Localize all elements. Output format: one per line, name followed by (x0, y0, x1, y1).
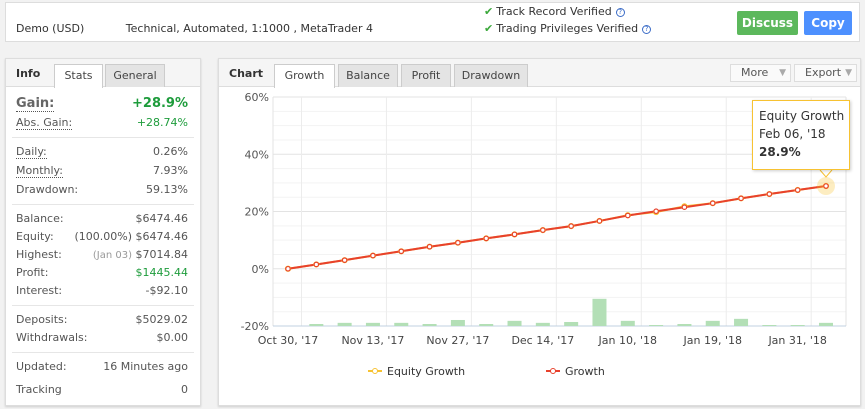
x-tick-label: Dec 14, '17 (511, 334, 574, 347)
data-point (738, 195, 744, 202)
bar (649, 324, 664, 326)
bar (479, 323, 494, 326)
y-tick-label: 20% (245, 206, 269, 219)
x-tick-label: Nov 13, '17 (341, 334, 404, 347)
bar (309, 323, 324, 326)
x-tick-label: Oct 30, '17 (258, 334, 319, 347)
y-tick-label: 0% (252, 263, 269, 276)
growth-chart: 60% 40% 20% 0% -20%Oct 30, '17 Nov 13, '17 Nov… (241, 91, 847, 378)
tooltip-date: Feb 06, '18 (759, 127, 826, 141)
data-point (709, 200, 716, 206)
legend-marker (372, 368, 378, 374)
data-point (511, 231, 518, 238)
series-line-growth (287, 185, 827, 270)
bar (734, 318, 749, 326)
data-point (455, 239, 461, 246)
bar (507, 320, 522, 326)
data-point (681, 204, 688, 211)
data-point (653, 208, 659, 215)
bar (762, 324, 777, 326)
data-point (483, 235, 490, 242)
legend-item: Growth (565, 365, 605, 378)
legend-marker (550, 368, 556, 374)
bar (564, 321, 579, 326)
bar (790, 324, 805, 326)
y-tick-label: 60% (245, 91, 269, 104)
bar (677, 323, 692, 326)
data-point (540, 227, 546, 233)
y-tick-label: 40% (245, 148, 269, 161)
tooltip-pointer (819, 169, 833, 178)
data-point (398, 248, 405, 255)
data-point (426, 243, 433, 250)
y-tick-label: -20% (241, 320, 269, 333)
bar (592, 298, 607, 326)
data-point (313, 261, 320, 268)
bar (819, 322, 833, 326)
data-point (370, 252, 376, 259)
data-point (285, 265, 291, 272)
bar (620, 320, 635, 326)
x-tick-label: Jan 10, '18 (598, 334, 657, 347)
x-tick-label: Nov 27, '17 (426, 334, 489, 347)
bar (365, 322, 380, 326)
x-tick-label: Jan 19, '18 (683, 334, 742, 347)
bar (535, 322, 550, 326)
data-point (596, 218, 603, 224)
data-point (341, 257, 348, 263)
bar (705, 320, 720, 326)
bar (450, 319, 465, 326)
tooltip-value: 28.9% (759, 145, 801, 159)
tooltip-series: Equity Growth (759, 109, 845, 123)
bar (394, 322, 409, 326)
data-point (823, 183, 829, 189)
data-point (624, 212, 631, 219)
chart-tooltip: Equity Growth Feb 06, '18 28.9% (752, 100, 850, 170)
data-point (568, 223, 574, 229)
data-point (766, 191, 773, 197)
data-point (794, 187, 801, 193)
bar (337, 322, 352, 326)
x-tick-label: Jan 31, '18 (767, 334, 826, 347)
legend-item: Equity Growth (387, 365, 465, 378)
bar (422, 323, 437, 326)
